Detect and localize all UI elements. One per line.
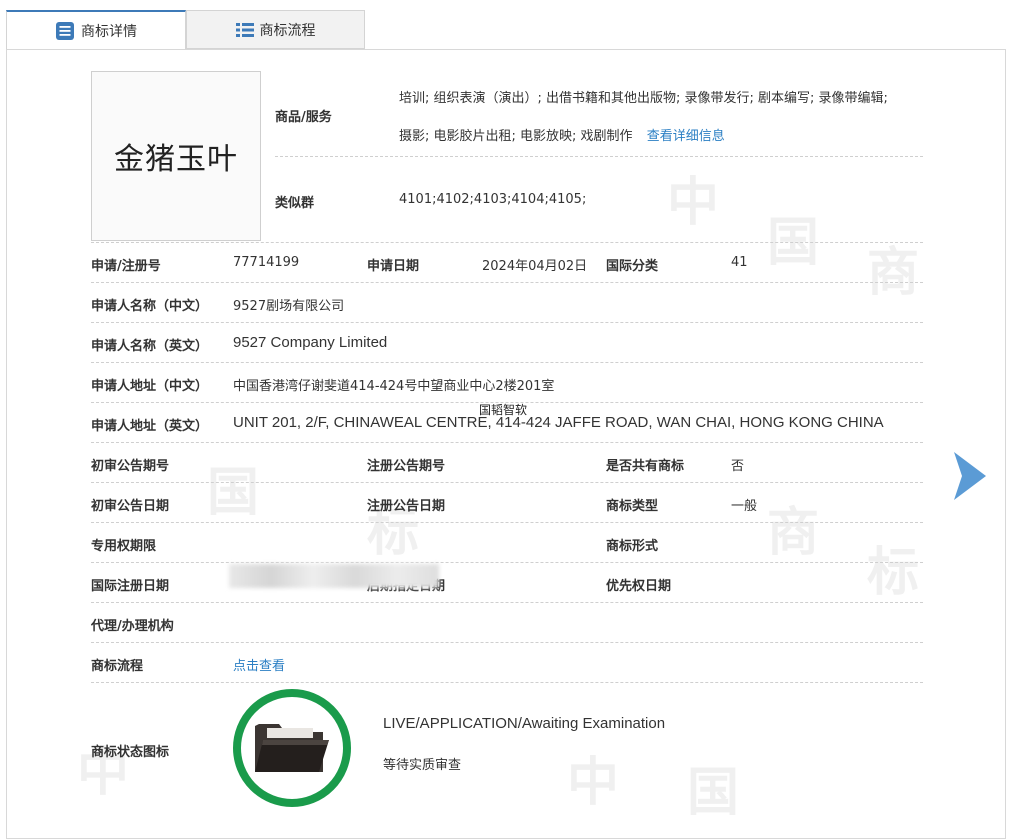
priority-date-label: 优先权日期 [606, 579, 672, 594]
tab-label: 商标详情 [81, 23, 137, 40]
divider [91, 682, 923, 683]
reg-no-value: 77714199 [233, 255, 300, 270]
tab-label: 商标流程 [259, 22, 316, 39]
intl-class-value: 41 [731, 255, 748, 270]
watermark: 标 [867, 542, 920, 603]
divider [91, 602, 923, 603]
divider [91, 242, 923, 243]
watermark: 国 [207, 462, 260, 523]
status-en: LIVE/APPLICATION/Awaiting Examination [383, 715, 666, 732]
applicant-cn-value: 9527剧场有限公司 [233, 299, 345, 314]
watermark: 商 [767, 502, 820, 563]
goods-label: 商品/服务 [275, 110, 332, 125]
divider [91, 562, 923, 563]
reg-pub-date-label: 注册公告日期 [367, 499, 446, 514]
divider [91, 522, 923, 523]
tm-type-label: 商标类型 [606, 499, 659, 514]
goods-line-1: 培训; 组织表演（演出）; 出借书籍和其他出版物; 录像带发行; 剧本编写; 录… [399, 91, 888, 106]
tm-type-value: 一般 [731, 499, 758, 514]
trademark-image-text: 金猪玉叶 [114, 142, 238, 177]
process-label: 商标流程 [91, 659, 144, 674]
folder-icon [253, 718, 331, 778]
address-cn-value: 中国香港湾仔谢斐道414-424号中望商业中心2楼201室 [233, 379, 555, 394]
detail-panel: 中 国 商 国 标 商 标 中 中 国 金猪玉叶 商品/服务 培训; 组织表演（… [6, 49, 1006, 839]
similar-group-value: 4101;4102;4103;4104;4105; [399, 192, 587, 207]
shared-value: 否 [731, 459, 745, 474]
watermark: 中 [667, 172, 720, 233]
applicant-cn-label: 申请人名称（中文） [91, 299, 209, 314]
goods-line-2: 摄影; 电影胶片出租; 电影放映; 戏剧制作 查看详细信息 [399, 129, 725, 144]
divider [91, 322, 923, 323]
reg-no-label: 申请/注册号 [91, 259, 161, 274]
applicant-en-value: 9527 Company Limited [233, 334, 388, 351]
status-cn: 等待实质审查 [383, 758, 462, 773]
status-icon-label: 商标状态图标 [91, 745, 170, 760]
watermark: 国 [687, 762, 740, 823]
divider [91, 642, 923, 643]
watermark: 国 [767, 212, 820, 273]
view-process-link[interactable]: 点击查看 [233, 655, 285, 674]
tab-trademark-process[interactable]: 商标流程 [186, 10, 365, 49]
intl-class-label: 国际分类 [606, 259, 659, 274]
divider [91, 482, 923, 483]
prelim-no-label: 初审公告期号 [91, 459, 170, 474]
divider [91, 362, 923, 363]
agent-label: 代理/办理机构 [91, 619, 174, 634]
agent-value-redacted [229, 564, 439, 588]
reg-pub-no-label: 注册公告期号 [367, 459, 446, 474]
view-details-link[interactable]: 查看详细信息 [647, 129, 725, 144]
list-bullets-icon [235, 22, 254, 38]
tm-form-label: 商标形式 [606, 539, 659, 554]
divider [275, 156, 923, 157]
status-ring [233, 689, 351, 807]
app-date-value: 2024年04月02日 [482, 259, 588, 274]
similar-group-label: 类似群 [275, 196, 315, 211]
applicant-en-label: 申请人名称（英文） [91, 339, 209, 354]
tab-bar: 商标详情 商标流程 [6, 10, 1006, 50]
shared-label: 是否共有商标 [606, 459, 685, 474]
intl-reg-date-label: 国际注册日期 [91, 579, 170, 594]
address-en-label: 申请人地址（英文） [91, 419, 209, 434]
exclusive-term-label: 专用权期限 [91, 539, 157, 554]
next-arrow-icon[interactable] [952, 452, 986, 504]
address-en-value: UNIT 201, 2/F, CHINAWEAL CENTRE, 414-424… [233, 414, 884, 431]
divider [91, 282, 923, 283]
divider [91, 442, 923, 443]
list-doc-icon [55, 21, 75, 41]
trademark-image: 金猪玉叶 [91, 71, 261, 241]
watermark: 中 [567, 752, 620, 813]
prelim-date-label: 初审公告日期 [91, 499, 170, 514]
address-cn-label: 申请人地址（中文） [91, 379, 209, 394]
tab-trademark-details[interactable]: 商标详情 [6, 10, 186, 50]
app-date-label: 申请日期 [367, 259, 420, 274]
